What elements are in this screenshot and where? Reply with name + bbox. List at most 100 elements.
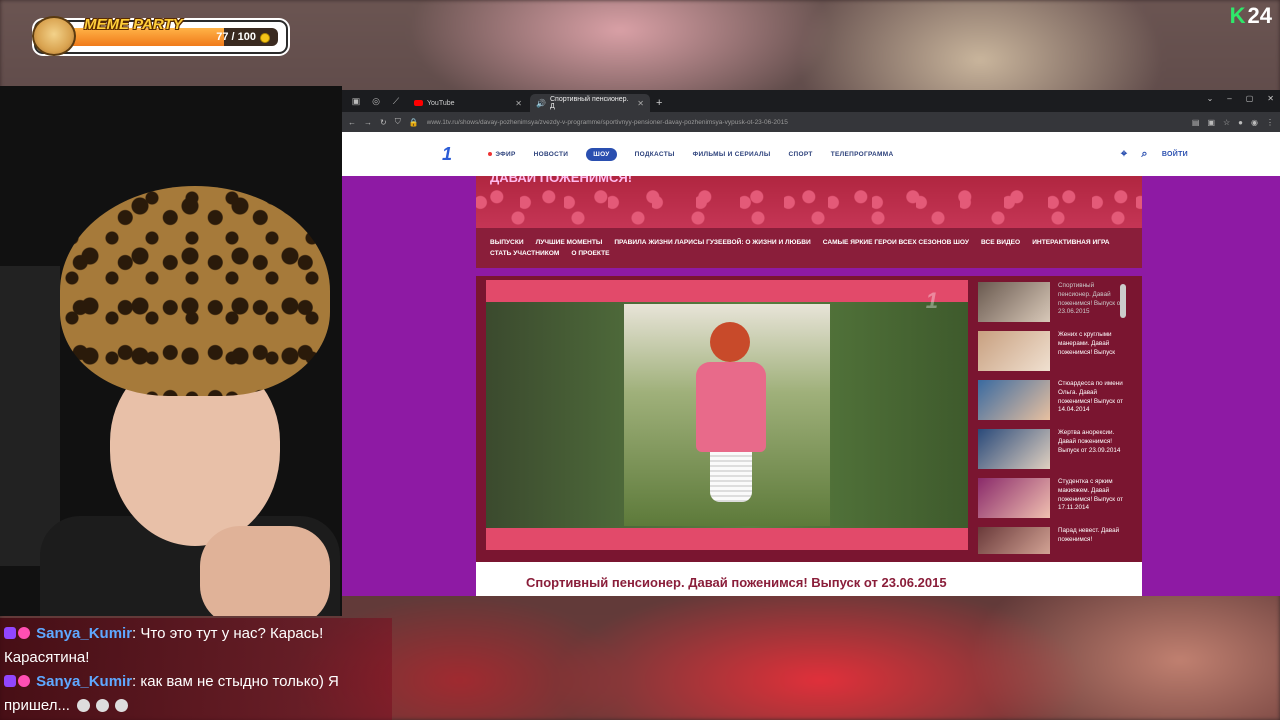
channel-watermark: 1 xyxy=(925,288,938,313)
related-thumbnail[interactable] xyxy=(978,331,1050,371)
related-title[interactable]: Парад невест. Давай поженимся! xyxy=(1058,527,1128,545)
location-icon[interactable]: ⌖ xyxy=(1121,148,1128,161)
collections-icon[interactable]: ◎ xyxy=(369,94,383,108)
related-item[interactable]: Стюардесса по имени Ольга. Давай поженим… xyxy=(978,380,1128,428)
related-title[interactable]: Жених с круглыми манерами. Давай поженим… xyxy=(1058,331,1128,357)
logo-k: K xyxy=(1229,3,1246,28)
scrollbar[interactable] xyxy=(1120,284,1126,318)
video-player[interactable]: 1 xyxy=(486,280,968,550)
video-frame[interactable] xyxy=(486,302,968,528)
nav-shows[interactable]: ШОУ xyxy=(586,147,617,161)
twitch-badge-icon xyxy=(4,627,16,639)
nav-live[interactable]: ЭФИР xyxy=(488,151,515,158)
url-field[interactable]: www.1tv.ru/shows/davay-pozhenimsya/zvezd… xyxy=(427,119,1184,126)
subnav-item[interactable]: СТАТЬ УЧАСТНИКОМ xyxy=(490,250,559,257)
tab-label: Спортивный пенсионер. Д xyxy=(549,96,629,110)
related-item[interactable]: Студентка с ярким макияжем. Давай пожени… xyxy=(978,478,1128,526)
nav-tv-guide[interactable]: ТЕЛЕПРОГРАММА xyxy=(831,151,894,158)
related-title[interactable]: Спортивный пенсионер. Давай поженимся! В… xyxy=(1058,282,1128,317)
speaker-icon[interactable]: 🔊 xyxy=(536,99,546,108)
related-thumbnail[interactable] xyxy=(978,429,1050,469)
webcam-feed xyxy=(0,86,342,616)
lock-icon[interactable]: 🔒 xyxy=(409,118,419,127)
back-icon[interactable]: ← xyxy=(348,118,356,127)
related-title[interactable]: Стюардесса по имени Ольга. Давай поженим… xyxy=(1058,380,1128,415)
nav-podcasts[interactable]: ПОДКАСТЫ xyxy=(635,151,675,158)
related-thumbnail[interactable] xyxy=(978,478,1050,518)
gaming-chair xyxy=(0,266,60,566)
profile-icon[interactable]: ◉ xyxy=(1251,118,1258,127)
window-controls: ⌄ – ▢ ✕ xyxy=(1207,94,1274,103)
tab-current[interactable]: 🔊 Спортивный пенсионер. Д ✕ xyxy=(530,94,650,112)
subnav-item[interactable]: ЛУЧШИЕ МОМЕНТЫ xyxy=(536,239,603,246)
extension-icon[interactable]: ● xyxy=(1238,118,1243,127)
nav-news[interactable]: НОВОСТИ xyxy=(534,151,569,158)
related-title[interactable]: Студентка с ярким макияжем. Давай пожени… xyxy=(1058,478,1128,513)
toolbar-icons: ▤ ▣ ☆ ● ◉ ⋮ xyxy=(1192,118,1274,127)
site-header: 1 ЭФИР НОВОСТИ ШОУ ПОДКАСТЫ ФИЛЬМЫ И СЕР… xyxy=(342,132,1280,176)
show-subnav: ВЫПУСКИ ЛУЧШИЕ МОМЕНТЫ ПРАВИЛА ЖИЗНИ ЛАР… xyxy=(476,228,1142,268)
bookmark-icon[interactable]: ☆ xyxy=(1223,118,1230,127)
tab-actions-icon[interactable]: ▣ xyxy=(349,94,363,108)
subnav-item[interactable]: ПРАВИЛА ЖИЗНИ ЛАРИСЫ ГУЗЕЕВОЙ: О ЖИЗНИ И… xyxy=(614,239,810,246)
tab-strip: ▣ ◎ ⟋ YouTube ✕ 🔊 Спортивный пенсионер. … xyxy=(342,90,1280,112)
related-thumbnail[interactable] xyxy=(978,282,1050,322)
web-page: 1 ЭФИР НОВОСТИ ШОУ ПОДКАСТЫ ФИЛЬМЫ И СЕР… xyxy=(342,132,1280,596)
close-icon[interactable]: ✕ xyxy=(1267,94,1274,103)
maximize-icon[interactable]: ▢ xyxy=(1246,94,1254,103)
subnav-item[interactable]: О ПРОЕКТЕ xyxy=(571,250,609,257)
minimize-icon[interactable]: – xyxy=(1227,94,1231,103)
close-tab-icon[interactable]: ✕ xyxy=(637,99,644,108)
browser-window: ▣ ◎ ⟋ YouTube ✕ 🔊 Спортивный пенсионер. … xyxy=(342,90,1280,596)
chevron-down-icon[interactable]: ⌄ xyxy=(1207,94,1214,103)
meme-party-widget: MEME PARTY 77 / 100 xyxy=(32,16,288,56)
show-title: ДАВАЙ ПОЖЕНИМСЯ! xyxy=(490,176,633,185)
new-tab-button[interactable]: + xyxy=(656,97,662,109)
site-icon[interactable]: ⟋ xyxy=(389,94,403,108)
chat-message: Sanya_Kumir: Что это тут у нас? Карась! … xyxy=(4,622,388,670)
shield-icon[interactable]: ⛉ xyxy=(395,117,401,127)
streamer-hands xyxy=(200,526,330,616)
close-tab-icon[interactable]: ✕ xyxy=(515,99,522,108)
channel-one-logo[interactable]: 1 xyxy=(442,144,452,165)
subnav-item[interactable]: ВСЕ ВИДЕО xyxy=(981,239,1020,246)
related-item[interactable]: Спортивный пенсионер. Давай поженимся! В… xyxy=(978,282,1128,330)
show-content: ДАВАЙ ПОЖЕНИМСЯ! ВЫПУСКИ ЛУЧШИЕ МОМЕНТЫ … xyxy=(476,176,1142,596)
pip-icon[interactable]: ▣ xyxy=(1207,118,1215,127)
twitch-badge-icon xyxy=(4,675,16,687)
related-item[interactable]: Жених с круглыми манерами. Давай поженим… xyxy=(978,331,1128,379)
nav-films[interactable]: ФИЛЬМЫ И СЕРИАЛЫ xyxy=(693,151,771,158)
heart-badge-icon xyxy=(18,627,30,639)
chat-overlay: Sanya_Kumir: Что это тут у нас? Карась! … xyxy=(0,618,392,720)
header-actions: ⌖ ⌕ ВОЙТИ xyxy=(1121,148,1188,161)
nav-sport[interactable]: СПОРТ xyxy=(789,151,813,158)
chat-message: Sanya_Kumir: как вам не стыдно только) Я… xyxy=(4,670,388,718)
leopard-hat xyxy=(60,186,330,396)
tab-youtube[interactable]: YouTube ✕ xyxy=(408,94,528,112)
related-item[interactable]: Жертва анорексии. Давай поженимся! Выпус… xyxy=(978,429,1128,477)
related-thumbnail[interactable] xyxy=(978,380,1050,420)
subnav-item[interactable]: ВЫПУСКИ xyxy=(490,239,524,246)
widget-title: MEME PARTY xyxy=(84,16,183,33)
logo-number: 24 xyxy=(1247,3,1272,28)
related-thumbnail[interactable] xyxy=(978,527,1050,554)
show-banner: ДАВАЙ ПОЖЕНИМСЯ! xyxy=(476,176,1142,228)
login-link[interactable]: ВОЙТИ xyxy=(1162,151,1188,158)
menu-icon[interactable]: ⋮ xyxy=(1266,118,1274,127)
video-title-bar: Спортивный пенсионер. Давай поженимся! В… xyxy=(476,562,1142,596)
player-section: 1 Спортивный пенсионер. Давай поженимся!… xyxy=(476,276,1142,562)
related-title[interactable]: Жертва анорексии. Давай поженимся! Выпус… xyxy=(1058,429,1128,455)
subnav-item[interactable]: САМЫЕ ЯРКИЕ ГЕРОИ ВСЕХ СЕЗОНОВ ШОУ xyxy=(823,239,969,246)
reader-icon[interactable]: ▤ xyxy=(1192,118,1200,127)
heart-badge-icon xyxy=(18,675,30,687)
emote-icon xyxy=(96,699,110,712)
search-icon[interactable]: ⌕ xyxy=(1141,148,1147,161)
related-item[interactable]: Парад невест. Давай поженимся! xyxy=(978,527,1128,554)
related-videos: Спортивный пенсионер. Давай поженимся! В… xyxy=(978,282,1128,554)
forward-icon[interactable]: → xyxy=(364,118,372,127)
tab-label: YouTube xyxy=(427,99,455,107)
reload-icon[interactable]: ↻ xyxy=(380,118,387,127)
coin-icon xyxy=(260,33,270,43)
progress-count: 77 / 100 xyxy=(216,31,256,43)
subnav-item[interactable]: ИНТЕРАКТИВНАЯ ИГРА xyxy=(1032,239,1109,246)
